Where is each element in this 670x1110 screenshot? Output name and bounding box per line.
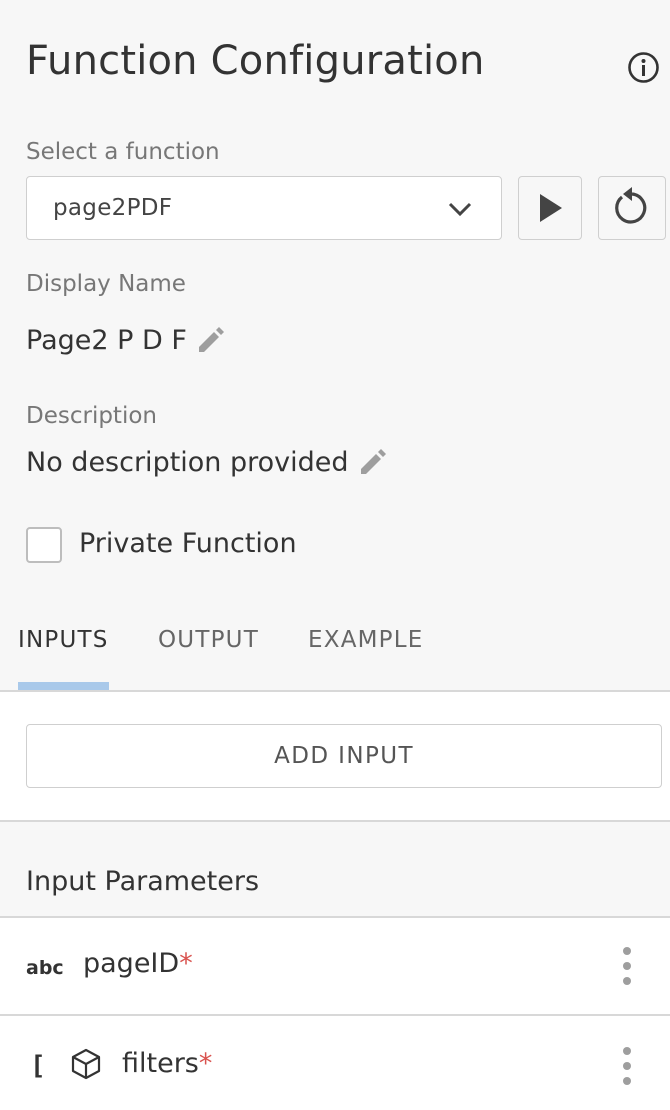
required-marker: * xyxy=(198,1048,213,1079)
text-type-icon: abc xyxy=(26,957,64,979)
function-configuration-panel: Function Configuration Select a function… xyxy=(0,0,670,1110)
more-options-icon[interactable] xyxy=(619,946,635,986)
play-icon xyxy=(540,194,562,222)
parameter-name: filters* xyxy=(122,1048,212,1079)
private-function-checkbox[interactable] xyxy=(26,527,62,563)
add-input-button[interactable]: ADD INPUT xyxy=(26,724,662,788)
select-function-label: Select a function xyxy=(26,139,220,165)
tab-example[interactable]: EXAMPLE xyxy=(308,627,423,653)
active-tab-indicator xyxy=(18,682,109,690)
parameter-name-text: filters xyxy=(122,1048,199,1079)
divider xyxy=(0,820,670,822)
edit-display-name-icon[interactable] xyxy=(195,326,225,356)
parameter-name-text: pageID xyxy=(83,948,180,979)
function-select-value: page2PDF xyxy=(53,195,173,221)
tab-inputs[interactable]: INPUTS xyxy=(18,627,109,653)
parameter-row-pageid[interactable]: abc pageID* xyxy=(0,918,670,1014)
page-title: Function Configuration xyxy=(26,38,485,84)
function-select[interactable]: page2PDF xyxy=(26,176,502,240)
refresh-icon xyxy=(615,187,647,224)
chevron-down-icon xyxy=(448,202,472,217)
info-icon[interactable] xyxy=(627,51,660,84)
required-marker: * xyxy=(179,948,193,979)
run-function-button[interactable] xyxy=(518,176,582,240)
cube-icon xyxy=(71,1048,101,1080)
reset-function-button[interactable] xyxy=(598,176,666,240)
input-parameters-title: Input Parameters xyxy=(26,866,260,897)
parameter-name: pageID* xyxy=(83,948,193,979)
edit-description-icon[interactable] xyxy=(357,448,387,478)
parameter-row-filters[interactable]: [ ] filters* xyxy=(0,1016,670,1110)
text-type-icon-label: abc xyxy=(26,957,64,979)
array-type-icon: [ ] xyxy=(30,1051,62,1080)
more-options-icon[interactable] xyxy=(619,1046,635,1086)
display-name-value: Page2 P D F xyxy=(26,325,187,356)
array-type-icon-label: [ ] xyxy=(30,1051,62,1080)
private-function-label: Private Function xyxy=(79,528,297,559)
display-name-label: Display Name xyxy=(26,271,186,297)
description-label: Description xyxy=(26,403,157,429)
description-value: No description provided xyxy=(26,447,349,478)
tab-output[interactable]: OUTPUT xyxy=(158,627,259,653)
